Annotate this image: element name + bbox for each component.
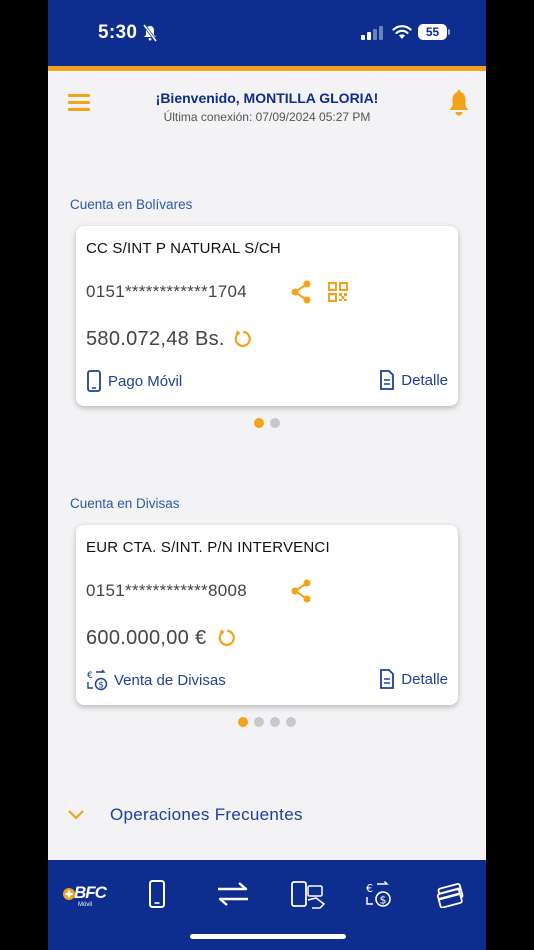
document-icon bbox=[380, 669, 395, 689]
carousel-dot[interactable] bbox=[270, 418, 280, 428]
notification-bell-icon[interactable] bbox=[448, 90, 470, 116]
document-icon bbox=[380, 370, 395, 390]
status-time: 5:30 bbox=[98, 22, 138, 43]
detalle-button[interactable]: Detalle bbox=[379, 669, 448, 689]
account-name: EUR CTA. S/INT. P/N INTERVENCI bbox=[86, 539, 330, 556]
account-card-bolivares[interactable]: CC S/INT P NATURAL S/CH 0151************… bbox=[76, 226, 458, 406]
bfc-logo[interactable]: BFC Móvil bbox=[62, 880, 108, 915]
bfc-logo-subtext: Móvil bbox=[78, 902, 93, 908]
status-bar: 5:30 55 bbox=[48, 0, 486, 66]
transfer-arrows-icon[interactable] bbox=[216, 882, 250, 906]
section-label-divisas: Cuenta en Divisas bbox=[70, 496, 180, 511]
account-card-divisas[interactable]: EUR CTA. S/INT. P/N INTERVENCI 0151*****… bbox=[76, 525, 458, 705]
wifi-icon bbox=[392, 25, 412, 39]
svg-text:$: $ bbox=[380, 894, 387, 907]
account-number: 0151************8008 bbox=[86, 581, 248, 600]
cellular-signal-icon bbox=[361, 26, 383, 40]
welcome-message: ¡Bienvenido, MONTILLA GLORIA! bbox=[155, 90, 379, 106]
chevron-down-icon bbox=[68, 810, 84, 820]
svg-text:$: $ bbox=[98, 681, 104, 691]
currency-exchange-icon[interactable]: € $ bbox=[364, 880, 392, 908]
detalle-label: Detalle bbox=[401, 371, 448, 389]
last-connection: Última conexión: 07/09/2024 05:27 PM bbox=[163, 110, 371, 124]
operaciones-frecuentes-toggle[interactable]: Operaciones Frecuentes bbox=[68, 805, 303, 825]
refresh-icon[interactable] bbox=[218, 628, 238, 648]
app-screen: 5:30 55 ¡Bienvenido, MONTILLA GLORIA! Úl… bbox=[48, 0, 486, 950]
venta-divisas-button[interactable]: € $ Venta de Divisas bbox=[86, 669, 226, 691]
pago-movil-button[interactable]: Pago Móvil bbox=[86, 370, 182, 392]
svg-text:€: € bbox=[366, 882, 373, 895]
svg-text:€: € bbox=[87, 671, 93, 681]
header-accent-line bbox=[48, 66, 486, 71]
currency-exchange-icon: € $ bbox=[87, 669, 108, 691]
detalle-button[interactable]: Detalle bbox=[379, 370, 448, 390]
section-label-bolivares: Cuenta en Bolívares bbox=[70, 197, 193, 212]
carousel-dot[interactable] bbox=[254, 717, 264, 727]
operaciones-frecuentes-label: Operaciones Frecuentes bbox=[110, 805, 303, 824]
share-icon[interactable] bbox=[290, 579, 312, 603]
battery-indicator: 55 bbox=[418, 24, 447, 40]
pago-movil-label: Pago Móvil bbox=[108, 372, 183, 390]
bfc-logo-text: BFC bbox=[74, 883, 107, 902]
silent-mode-icon bbox=[142, 24, 158, 42]
mobile-phone-icon[interactable] bbox=[148, 880, 166, 908]
account-number: 0151************1704 bbox=[86, 282, 248, 301]
carousel-dots-bolivares bbox=[48, 418, 486, 428]
carousel-dot[interactable] bbox=[254, 418, 264, 428]
account-balance: 600.000,00 € bbox=[86, 627, 207, 649]
cards-icon[interactable] bbox=[436, 882, 466, 908]
detalle-label: Detalle bbox=[401, 670, 448, 688]
refresh-icon[interactable] bbox=[234, 329, 254, 349]
account-balance: 580.072,48 Bs. bbox=[86, 328, 225, 350]
home-indicator[interactable] bbox=[190, 934, 346, 939]
carousel-dot[interactable] bbox=[238, 717, 248, 727]
carousel-dot[interactable] bbox=[270, 717, 280, 727]
venta-divisas-label: Venta de Divisas bbox=[114, 671, 226, 689]
qr-code-icon[interactable] bbox=[328, 282, 348, 302]
mobile-payment-icon[interactable] bbox=[290, 880, 330, 910]
carousel-dot[interactable] bbox=[286, 717, 296, 727]
carousel-dots-divisas bbox=[48, 717, 486, 727]
account-name: CC S/INT P NATURAL S/CH bbox=[86, 240, 281, 257]
battery-tip bbox=[448, 29, 450, 35]
mobile-phone-icon bbox=[87, 370, 101, 392]
share-icon[interactable] bbox=[290, 280, 312, 304]
